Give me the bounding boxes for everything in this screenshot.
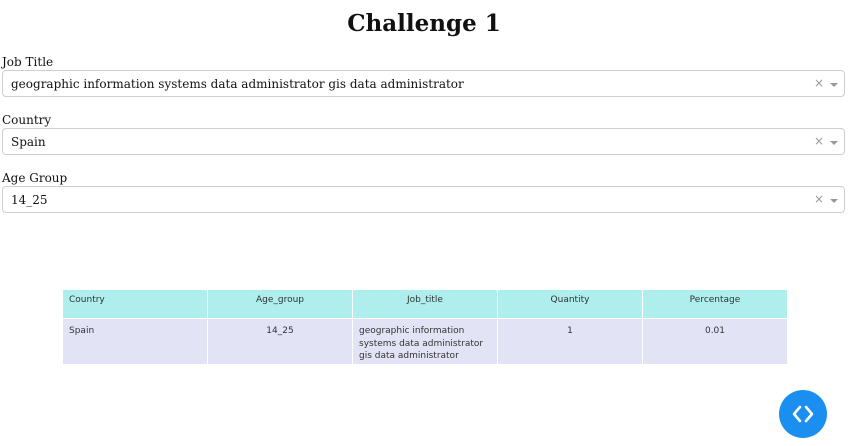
results-table: Country Age_group Job_title Quantity Per… xyxy=(62,289,788,365)
chevron-down-icon[interactable] xyxy=(830,83,838,87)
age-group-label: Age Group xyxy=(2,171,68,185)
country-dropdown[interactable]: Spain × xyxy=(2,128,845,155)
job-title-label: Job Title xyxy=(2,55,54,69)
job-title-clear-icon[interactable]: × xyxy=(814,76,824,90)
page-title: Challenge 1 xyxy=(347,10,501,37)
table-row: Spain 14_25 geographic information syste… xyxy=(62,318,788,365)
chevron-down-icon[interactable] xyxy=(830,199,838,203)
table-header-row: Country Age_group Job_title Quantity Per… xyxy=(62,289,788,319)
age-group-clear-icon[interactable]: × xyxy=(814,192,824,206)
cell-country[interactable]: Spain xyxy=(62,318,208,365)
code-icon xyxy=(792,405,814,423)
column-header-job-title[interactable]: Job_title xyxy=(352,289,498,319)
column-header-country[interactable]: Country xyxy=(62,289,208,319)
column-header-age-group[interactable]: Age_group xyxy=(207,289,353,319)
country-label: Country xyxy=(2,113,52,127)
cell-job-title[interactable]: geographic information systems data admi… xyxy=(352,318,498,365)
country-value: Spain xyxy=(11,135,46,149)
cell-percentage[interactable]: 0.01 xyxy=(642,318,788,365)
job-title-value: geographic information systems data admi… xyxy=(11,77,464,91)
column-header-percentage[interactable]: Percentage xyxy=(642,289,788,319)
chevron-down-icon[interactable] xyxy=(830,141,838,145)
cell-quantity[interactable]: 1 xyxy=(497,318,643,365)
age-group-value: 14_25 xyxy=(11,193,48,207)
debug-menu-button[interactable] xyxy=(779,390,827,438)
job-title-dropdown[interactable]: geographic information systems data admi… xyxy=(2,70,845,97)
age-group-dropdown[interactable]: 14_25 × xyxy=(2,186,845,213)
country-clear-icon[interactable]: × xyxy=(814,134,824,148)
cell-age-group[interactable]: 14_25 xyxy=(207,318,353,365)
column-header-quantity[interactable]: Quantity xyxy=(497,289,643,319)
